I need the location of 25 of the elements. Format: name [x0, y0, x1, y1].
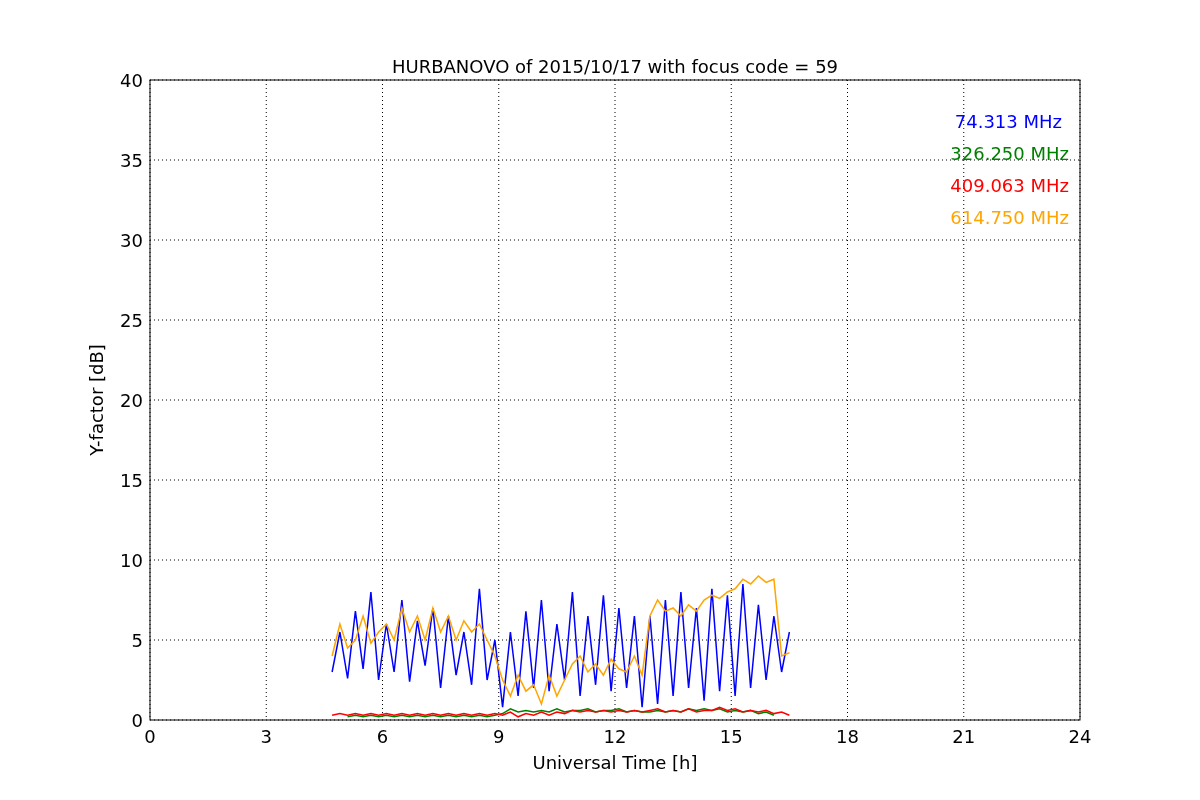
- y-tick-label: 40: [120, 70, 143, 91]
- x-tick-label: 15: [719, 726, 743, 747]
- y-tick-label: 15: [120, 470, 143, 491]
- x-tick-label: 3: [260, 726, 272, 747]
- x-tick-label: 18: [836, 726, 859, 747]
- chart-title: HURBANOVO of 2015/10/17 with focus code = 59: [391, 56, 839, 77]
- x-tick-label: 0: [144, 726, 156, 747]
- y-tick-label: 0: [131, 710, 143, 731]
- y-tick-label: 5: [131, 630, 143, 651]
- legend-label: 409.063 MHz: [950, 175, 1069, 196]
- y-tick-label: 35: [120, 150, 143, 171]
- legend-label: 326.250 MHz: [950, 143, 1069, 164]
- x-tick-label: 12: [603, 726, 627, 747]
- x-tick-label: 6: [376, 726, 389, 747]
- x-tick-label: 24: [1068, 726, 1092, 747]
- y-tick-label: 10: [120, 550, 143, 571]
- x-axis-label: Universal Time [h]: [532, 752, 698, 773]
- legend-label: 74.313 MHz: [954, 111, 1062, 132]
- x-tick-label: 9: [493, 726, 505, 747]
- y-tick-label: 25: [120, 310, 143, 331]
- legend-label: 614.750 MHz: [950, 207, 1069, 228]
- y-axis-label: Y-factor [dB]: [86, 344, 107, 456]
- y-tick-label: 20: [120, 390, 143, 411]
- y-tick-label: 30: [120, 230, 143, 251]
- x-tick-label: 21: [952, 726, 976, 747]
